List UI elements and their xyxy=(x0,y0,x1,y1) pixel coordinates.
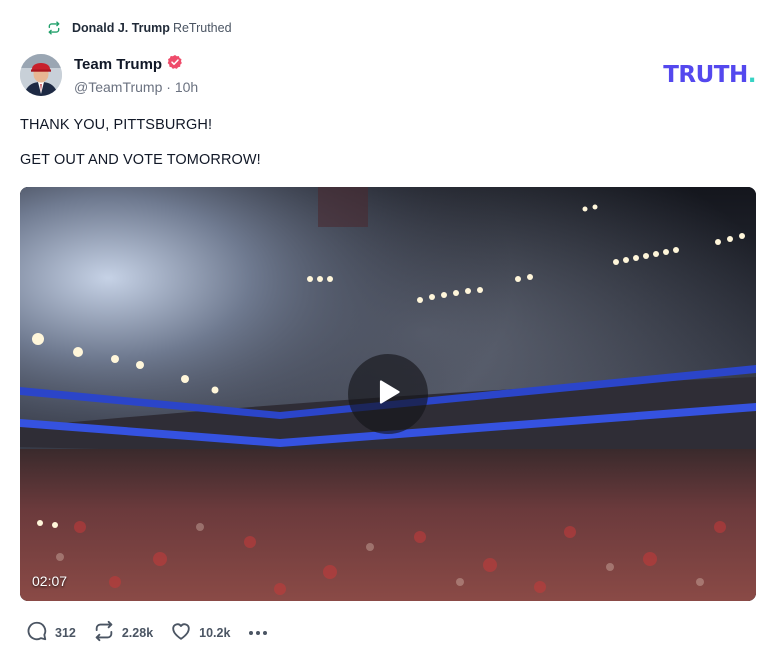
video-duration: 02:07 xyxy=(32,573,68,589)
truth-logo-dot: . xyxy=(747,62,757,88)
reply-icon xyxy=(26,620,48,647)
author-handle[interactable]: @TeamTrump xyxy=(74,79,162,95)
retruth-count: 2.28k xyxy=(121,626,154,640)
truth-logo-text: TRUTH xyxy=(663,62,748,88)
post-timestamp[interactable]: 10h xyxy=(175,79,198,95)
like-count: 10.2k xyxy=(199,626,231,640)
retruth-icon xyxy=(93,620,115,647)
retruth-user-link[interactable]: Donald J. Trump xyxy=(72,21,170,35)
play-button[interactable] xyxy=(348,354,428,434)
post-text-line: GET OUT AND VOTE TOMORROW! xyxy=(20,152,261,168)
more-icon xyxy=(249,631,268,635)
like-button[interactable]: 10.2k xyxy=(170,620,230,647)
video-player[interactable]: 02:07 xyxy=(20,187,756,601)
post-text-line: THANK YOU, PITTSBURGH! xyxy=(20,117,213,133)
retruth-icon xyxy=(47,21,61,35)
like-icon xyxy=(170,620,192,647)
reply-button[interactable]: 312 xyxy=(26,620,76,647)
retruth-header: Donald J. Trump ReTruthed xyxy=(47,19,232,37)
author-block: Team Trump @TeamTrump · 10h xyxy=(74,54,198,95)
author-name[interactable]: Team Trump xyxy=(74,56,162,73)
play-icon xyxy=(371,375,405,414)
truth-logo[interactable]: TRUTH. xyxy=(663,62,756,88)
more-options-button[interactable] xyxy=(247,627,269,639)
reply-count: 312 xyxy=(55,626,76,640)
retruth-button[interactable]: 2.28k xyxy=(93,620,153,647)
avatar[interactable] xyxy=(20,54,62,96)
verified-badge-icon xyxy=(167,54,183,75)
post-actions: 312 2.28k 10.2k xyxy=(26,620,269,647)
retruth-verb: ReTruthed xyxy=(172,21,232,35)
meta-separator: · xyxy=(162,79,175,95)
